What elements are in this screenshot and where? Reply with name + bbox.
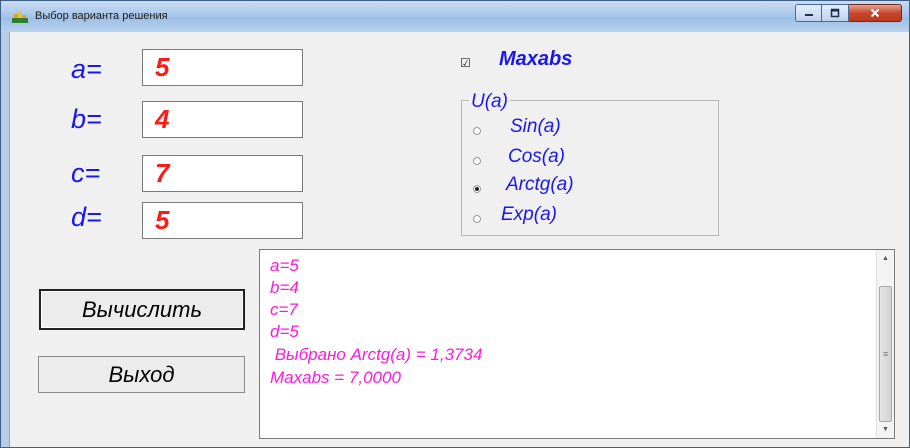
app-icon <box>12 12 28 23</box>
input-b[interactable]: 4 <box>142 101 303 138</box>
radio-exp[interactable] <box>473 215 481 223</box>
window-title: Выбор варианта решения <box>35 10 168 22</box>
radio-label-arctg[interactable]: Arctg(a) <box>506 174 574 196</box>
vertical-scrollbar[interactable]: ▲ ≡ ▼ <box>876 250 894 438</box>
input-c[interactable]: 7 <box>142 155 303 192</box>
window-left-border <box>1 32 10 447</box>
scroll-up-arrow-icon[interactable]: ▲ <box>877 250 894 267</box>
app-window: Выбор варианта решения a= 5 b= 4 c= 7 d=… <box>0 0 910 448</box>
radio-label-exp[interactable]: Exp(a) <box>501 204 557 226</box>
output-line: Maxabs = 7,0000 <box>270 368 401 387</box>
compute-button[interactable]: Вычислить <box>39 289 245 330</box>
label-b: b= <box>71 104 102 134</box>
output-line: a=5 <box>270 256 299 275</box>
scroll-down-arrow-icon[interactable]: ▼ <box>877 421 894 438</box>
radio-cos[interactable] <box>473 157 481 165</box>
output-textarea[interactable]: a=5 b=4 c=7 d=5 Выбрано Arctg(a) = 1,373… <box>259 249 895 439</box>
output-line: c=7 <box>270 300 298 319</box>
maximize-icon <box>830 8 840 18</box>
scroll-thumb[interactable]: ≡ <box>879 286 892 422</box>
maximize-button[interactable] <box>822 4 849 22</box>
output-line: d=5 <box>270 322 299 341</box>
radio-label-sin[interactable]: Sin(a) <box>510 116 561 138</box>
groupbox-title: U(a) <box>469 91 510 113</box>
output-line: Выбрано Arctg(a) = 1,3734 <box>270 345 483 364</box>
radio-arctg[interactable] <box>473 185 481 193</box>
label-d: d= <box>71 202 102 232</box>
maxabs-checkbox[interactable]: ☑ <box>460 57 473 70</box>
input-a[interactable]: 5 <box>142 49 303 86</box>
input-d[interactable]: 5 <box>142 202 303 239</box>
close-button[interactable] <box>849 4 902 22</box>
maxabs-label[interactable]: Maxabs <box>499 48 572 71</box>
label-c: c= <box>71 158 101 188</box>
label-a: a= <box>71 54 102 84</box>
minimize-icon <box>804 14 813 16</box>
close-icon <box>870 8 880 18</box>
grip-icon: ≡ <box>883 349 889 359</box>
exit-button[interactable]: Выход <box>38 356 245 393</box>
title-bar[interactable]: Выбор варианта решения <box>1 1 909 32</box>
output-line: b=4 <box>270 278 299 297</box>
function-groupbox <box>461 100 719 236</box>
radio-label-cos[interactable]: Cos(a) <box>508 146 565 168</box>
window-controls <box>795 4 902 22</box>
minimize-button[interactable] <box>795 4 822 22</box>
radio-sin[interactable] <box>473 127 481 135</box>
